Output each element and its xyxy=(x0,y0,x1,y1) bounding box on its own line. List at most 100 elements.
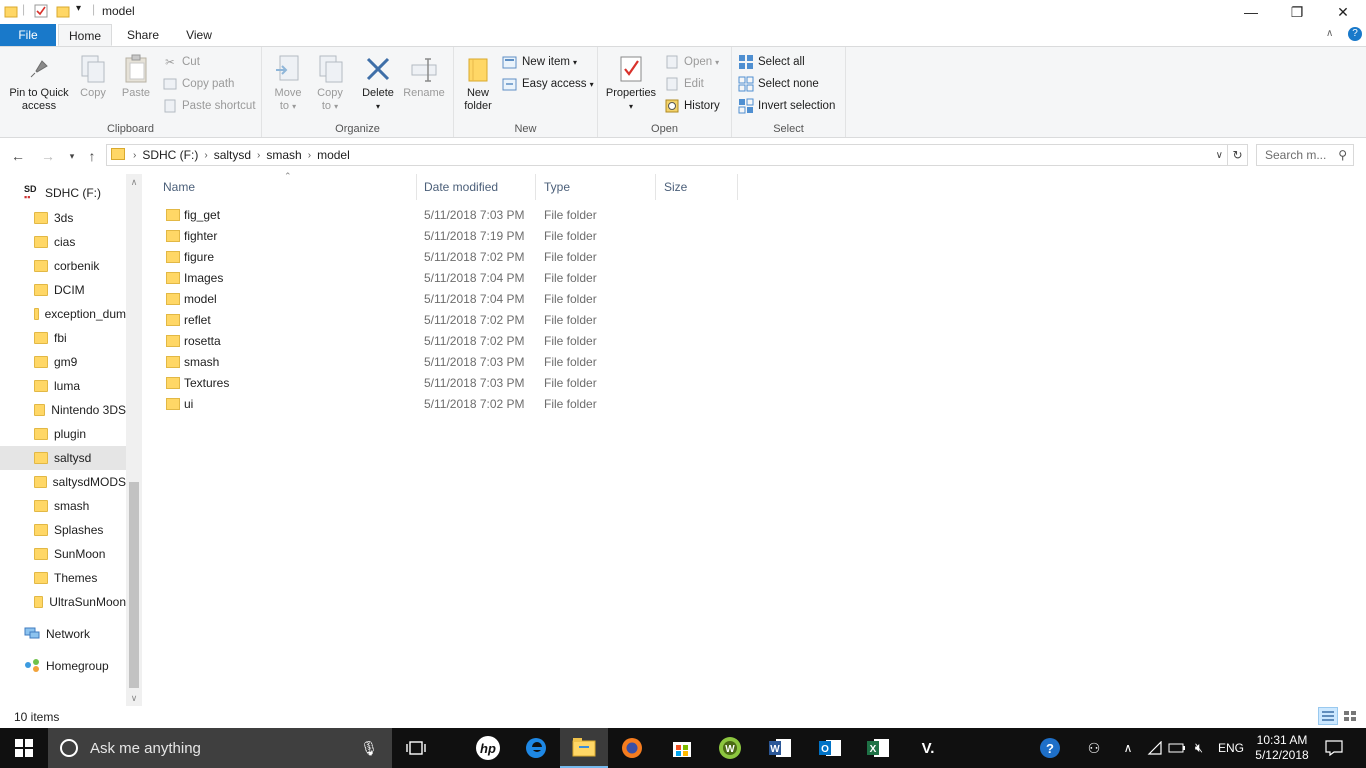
copy-path-button[interactable]: Copy path xyxy=(162,75,234,93)
search-input[interactable]: Search m... ⚲ xyxy=(1256,144,1354,166)
battery-icon[interactable] xyxy=(1166,728,1188,768)
new-item-button[interactable]: New item ▾ xyxy=(502,53,577,71)
restore-button[interactable]: ❐ xyxy=(1274,0,1320,24)
volume-muted-icon[interactable]: 🔇︎ xyxy=(1188,728,1210,768)
collapse-ribbon-icon[interactable]: ∧ xyxy=(1326,28,1333,39)
tab-file[interactable]: File xyxy=(0,24,56,46)
column-header-name[interactable]: Name xyxy=(155,174,417,200)
address-dropdown-icon[interactable]: ∨ xyxy=(1216,150,1223,161)
file-row[interactable]: ui 5/11/2018 7:02 PM File folder xyxy=(158,394,738,415)
details-view-icon[interactable] xyxy=(1318,707,1338,725)
cut-button[interactable]: ✂ Cut xyxy=(162,53,200,71)
easy-access-button[interactable]: Easy access ▾ xyxy=(502,75,594,93)
select-none-button[interactable]: Select none xyxy=(738,75,819,93)
people-icon[interactable]: ⚇ xyxy=(1082,728,1106,768)
help-tray-icon[interactable]: ? xyxy=(1036,728,1064,768)
file-row[interactable]: model 5/11/2018 7:04 PM File folder xyxy=(158,289,738,310)
paste-shortcut-button[interactable]: Paste shortcut xyxy=(162,97,256,115)
task-view-icon[interactable] xyxy=(392,728,440,768)
windows-start-icon[interactable] xyxy=(0,728,48,768)
up-arrow-icon[interactable]: ↑ xyxy=(82,147,102,165)
sidebar-item-folder[interactable]: plugin xyxy=(0,422,126,446)
breadcrumb-model[interactable]: model xyxy=(311,148,356,162)
invert-selection-button[interactable]: Invert selection xyxy=(738,97,835,115)
sidebar-item-folder[interactable]: corbenik xyxy=(0,254,126,278)
microphone-icon[interactable]: 🎙︎ xyxy=(360,740,378,757)
w-app-icon[interactable]: W xyxy=(706,728,754,768)
sidebar-item-sdhc[interactable]: SD ▪▪ SDHC (F:) xyxy=(0,181,126,205)
sidebar-item-folder[interactable]: Nintendo 3DS xyxy=(0,398,126,422)
tab-share[interactable]: Share xyxy=(120,24,166,46)
rename-button[interactable]: Rename xyxy=(402,53,446,100)
breadcrumb-smash[interactable]: smash xyxy=(260,148,307,162)
edge-icon[interactable] xyxy=(512,728,560,768)
file-row[interactable]: fighter 5/11/2018 7:19 PM File folder xyxy=(158,226,738,247)
edit-button[interactable]: Edit xyxy=(664,75,704,93)
back-arrow-icon[interactable]: ← xyxy=(8,147,28,165)
outlook-icon[interactable]: O xyxy=(806,728,854,768)
scrollbar-thumb[interactable] xyxy=(129,482,139,688)
sidebar-item-folder[interactable]: Splashes xyxy=(0,518,126,542)
sidebar-item-folder[interactable]: exception_dum xyxy=(0,302,126,326)
language-indicator[interactable]: ENG xyxy=(1214,728,1248,768)
recent-locations-chevron-icon[interactable]: ▾ xyxy=(62,147,82,165)
new-folder-qa-icon[interactable] xyxy=(56,4,70,21)
paste-button[interactable]: Paste xyxy=(118,53,154,100)
pin-to-quick-access-button[interactable]: Pin to Quick access xyxy=(4,53,74,113)
store-icon[interactable] xyxy=(658,728,706,768)
sidebar-item-folder[interactable]: luma xyxy=(0,374,126,398)
sidebar-item-folder[interactable]: saltysdMODS xyxy=(0,470,126,494)
copy-button[interactable]: Copy xyxy=(76,53,110,100)
excel-icon[interactable]: X xyxy=(854,728,902,768)
file-explorer-icon[interactable] xyxy=(560,728,608,768)
history-button[interactable]: History xyxy=(664,97,720,115)
nav-scrollbar[interactable]: ∧ ∨ xyxy=(126,174,142,706)
file-row[interactable]: Textures 5/11/2018 7:03 PM File folder xyxy=(158,373,738,394)
move-to-button[interactable]: Move to ▾ xyxy=(268,53,308,113)
file-row[interactable]: figure 5/11/2018 7:02 PM File folder xyxy=(158,247,738,268)
select-all-button[interactable]: Select all xyxy=(738,53,805,71)
file-row[interactable]: rosetta 5/11/2018 7:02 PM File folder xyxy=(158,331,738,352)
show-hidden-icons-icon[interactable]: ∧ xyxy=(1118,728,1138,768)
cortana-search-input[interactable]: Ask me anything 🎙︎ xyxy=(48,728,392,768)
sidebar-item-folder[interactable]: fbi xyxy=(0,326,126,350)
breadcrumb-saltysd[interactable]: saltysd xyxy=(208,148,257,162)
column-header-date[interactable]: Date modified xyxy=(416,174,536,200)
breadcrumb-sdhc[interactable]: SDHC (F:) xyxy=(136,148,204,162)
help-icon[interactable]: ? xyxy=(1348,27,1362,41)
sidebar-item-folder[interactable]: UltraSunMoon xyxy=(0,590,126,614)
sidebar-item-folder[interactable]: DCIM xyxy=(0,278,126,302)
sidebar-item-folder[interactable]: 3ds xyxy=(0,206,126,230)
address-bar[interactable]: › SDHC (F:) › saltysd › smash › model ∨ xyxy=(106,144,1228,166)
file-row[interactable]: Images 5/11/2018 7:04 PM File folder xyxy=(158,268,738,289)
clock[interactable]: 10:31 AM 5/12/2018 xyxy=(1250,728,1314,768)
properties-qa-icon[interactable] xyxy=(34,4,48,21)
file-row[interactable]: reflet 5/11/2018 7:02 PM File folder xyxy=(158,310,738,331)
new-folder-button[interactable]: New folder xyxy=(460,53,496,113)
sidebar-item-folder[interactable]: SunMoon xyxy=(0,542,126,566)
large-icons-view-icon[interactable] xyxy=(1340,707,1360,725)
scroll-up-icon[interactable]: ∧ xyxy=(126,174,142,190)
customize-qa-icon[interactable]: ▾ xyxy=(76,3,81,14)
refresh-icon[interactable]: ↻ xyxy=(1228,144,1248,166)
sidebar-item-folder[interactable]: cias xyxy=(0,230,126,254)
hp-icon[interactable]: hp xyxy=(464,728,512,768)
file-row[interactable]: fig_get 5/11/2018 7:03 PM File folder xyxy=(158,205,738,226)
column-header-type[interactable]: Type xyxy=(536,174,656,200)
sidebar-item-folder[interactable]: smash xyxy=(0,494,126,518)
tab-view[interactable]: View xyxy=(176,24,222,46)
sidebar-item-folder[interactable]: saltysd xyxy=(0,446,126,470)
delete-button[interactable]: Delete ▾ xyxy=(358,53,398,113)
tab-home[interactable]: Home xyxy=(58,24,112,46)
scroll-down-icon[interactable]: ∨ xyxy=(126,690,142,706)
file-row[interactable]: smash 5/11/2018 7:03 PM File folder xyxy=(158,352,738,373)
word-icon[interactable]: W xyxy=(756,728,804,768)
open-button[interactable]: Open ▾ xyxy=(664,53,719,71)
copy-to-button[interactable]: Copy to ▾ xyxy=(310,53,350,113)
close-button[interactable]: ✕ xyxy=(1320,0,1366,24)
sidebar-item-folder[interactable]: gm9 xyxy=(0,350,126,374)
column-header-size[interactable]: Size xyxy=(656,174,738,200)
wifi-icon[interactable] xyxy=(1144,728,1166,768)
sidebar-item-folder[interactable]: Themes xyxy=(0,566,126,590)
minimize-button[interactable]: — xyxy=(1228,0,1274,24)
